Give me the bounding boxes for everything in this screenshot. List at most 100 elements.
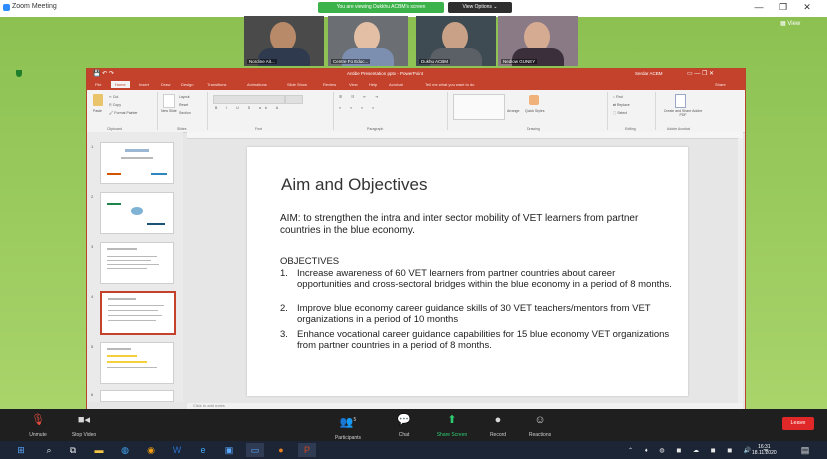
participant-name: Centre Fo Educ...	[331, 59, 371, 64]
shapes-gallery[interactable]	[453, 94, 505, 120]
slide-canvas[interactable]: Aim and Objectives AIM: to strengthen th…	[247, 147, 688, 396]
slides-group-label: Slides	[177, 127, 187, 131]
powerpoint-taskbar-icon[interactable]: P	[298, 443, 316, 457]
tab-animations[interactable]: Animations	[247, 82, 267, 87]
replace-button[interactable]: ⇄ Replace	[613, 103, 630, 107]
participant-video[interactable]: Dukhu ACBM	[416, 16, 496, 66]
font-name-select[interactable]	[213, 95, 285, 104]
tab-home[interactable]: Home	[111, 81, 130, 88]
quick-styles-icon[interactable]	[529, 95, 539, 105]
tab-insert[interactable]: Insert	[139, 82, 149, 87]
create-share-pdf-button[interactable]: Create and Share Adobe PDF	[661, 109, 705, 117]
leave-button[interactable]: Leave	[782, 417, 814, 430]
ribbon: Paste ✂ Cut ⎘ Copy 🖌 Format Painter Clip…	[87, 90, 745, 133]
select-button[interactable]: ⬚ Select	[613, 111, 627, 115]
search-icon[interactable]: ⌕	[40, 443, 58, 457]
tab-view[interactable]: View	[349, 82, 358, 87]
zoom-taskbar-icon[interactable]: ▭	[246, 443, 264, 457]
font-format-buttons[interactable]: B I U S ab A	[215, 106, 282, 110]
participant-video[interactable]: Centre Fo Educ...	[328, 16, 408, 66]
cut-button[interactable]: ✂ Cut	[109, 95, 118, 99]
slide-thumbnail[interactable]	[100, 242, 174, 284]
slide-thumbnail[interactable]	[100, 192, 174, 234]
adobe-pdf-icon[interactable]	[675, 94, 686, 108]
slide-title[interactable]: Aim and Objectives	[281, 175, 427, 195]
ribbon-divider	[207, 92, 208, 130]
new-slide-icon[interactable]	[163, 94, 175, 108]
zoom-window-title: Zoom Meeting	[12, 3, 57, 10]
close-icon[interactable]: ✕	[800, 2, 814, 13]
share-screen-label: Share Screen	[436, 432, 468, 438]
tab-draw[interactable]: Draw	[161, 82, 170, 87]
task-view-icon[interactable]: ⧉	[64, 443, 82, 457]
aim-text[interactable]: AIM: to strengthen the intra and inter s…	[280, 213, 660, 237]
unmute-label: Unmute	[29, 432, 47, 438]
tab-acrobat[interactable]: Acrobat	[389, 82, 403, 87]
slide-thumbnail-selected[interactable]	[100, 291, 176, 335]
ppt-window-controls[interactable]: ▭ — ❐ ✕	[687, 70, 714, 77]
notification-icon[interactable]: ▤	[796, 443, 814, 457]
format-painter-button[interactable]: 🖌 Format Painter	[109, 111, 138, 115]
font-size-select[interactable]	[285, 95, 303, 104]
view-options-button[interactable]: View Options ⌄	[448, 2, 512, 13]
file-explorer-icon[interactable]: ▬	[90, 443, 108, 457]
participants-button[interactable]: 👥5 Participants	[318, 413, 378, 441]
vertical-scrollbar[interactable]	[738, 138, 743, 403]
tab-transitions[interactable]: Transitions	[207, 82, 226, 87]
video-camera-icon: ■◂	[77, 414, 91, 426]
section-button[interactable]: Section	[179, 111, 191, 115]
slide-thumbnails-pane: 1 2 3 4 5 6	[87, 132, 183, 402]
find-label: Find	[615, 95, 623, 99]
minimize-icon[interactable]: —	[752, 2, 766, 12]
thumbnail-number: 5	[91, 344, 94, 349]
save-icon[interactable]: 💾 ↶ ↷	[93, 70, 114, 77]
slide-thumbnail[interactable]	[100, 142, 174, 184]
clipboard-group-label: Clipboard	[107, 127, 122, 131]
ribbon-divider	[607, 92, 608, 130]
windows-taskbar: ⊞ ⌕ ⧉ ▬ ◍ ◉ W e ▣ ▭ ● P ⌃ ♦ ◍ ◼ ☁ ◼ ◼ 🔊 …	[0, 441, 827, 459]
thumbnail-number: 2	[91, 194, 94, 199]
layout-button[interactable]: Layout	[179, 95, 190, 99]
tab-help[interactable]: Help	[369, 82, 377, 87]
paste-button[interactable]: Paste	[93, 109, 102, 113]
ie-icon[interactable]: e	[194, 443, 212, 457]
arrange-button[interactable]: Arrange	[507, 109, 519, 113]
tab-review[interactable]: Review	[323, 82, 336, 87]
copy-button[interactable]: ⎘ Copy	[109, 103, 121, 107]
participant-video[interactable]: Nordine Ait...	[244, 16, 324, 66]
ppt-user-name[interactable]: Serdar ACBM	[635, 71, 663, 76]
taskbar-clock[interactable]: 16:31 18.11.2020	[752, 444, 777, 456]
tab-file[interactable]: File	[95, 82, 101, 87]
share-button[interactable]: Share	[715, 82, 726, 87]
chrome-icon[interactable]: ◉	[142, 443, 160, 457]
copy-label: Copy	[112, 103, 121, 107]
find-button[interactable]: ⌕ Find	[613, 95, 623, 99]
paste-icon[interactable]	[93, 94, 103, 106]
slide-thumbnail[interactable]	[100, 342, 174, 384]
zoom-logo-icon	[3, 4, 10, 11]
tab-slide-show[interactable]: Slide Show	[287, 82, 307, 87]
stop-video-button[interactable]: ■◂ Stop Video	[54, 413, 114, 438]
participant-name: Nordine Ait...	[247, 59, 277, 64]
word-icon[interactable]: W	[168, 443, 186, 457]
edge-icon[interactable]: ◍	[116, 443, 134, 457]
new-slide-button[interactable]: New Slide	[161, 109, 177, 113]
participant-video[interactable]: Nedlow GUNEY	[498, 16, 578, 66]
tell-me-search[interactable]: Tell me what you want to do	[425, 82, 474, 87]
ribbon-divider	[333, 92, 334, 130]
slide-thumbnail[interactable]	[100, 390, 174, 402]
quick-styles-button[interactable]: Quick Styles	[525, 109, 545, 113]
outlook-icon[interactable]: ▣	[220, 443, 238, 457]
tab-design[interactable]: Design	[181, 82, 193, 87]
editing-group-label: Editing	[625, 127, 636, 131]
reset-button[interactable]: Reset	[179, 103, 188, 107]
list-buttons[interactable]: ☰ ☷ ⇤ ⇥	[339, 95, 382, 99]
objectives-heading[interactable]: OBJECTIVES	[280, 256, 339, 267]
security-shield-icon[interactable]	[16, 70, 22, 77]
reactions-button[interactable]: ☺ Reactions	[510, 413, 570, 438]
view-button[interactable]: ▦ View	[780, 20, 800, 27]
align-buttons[interactable]: ≡ ≡ ≡ ≡	[339, 106, 378, 110]
app-taskbar-icon[interactable]: ●	[272, 443, 290, 457]
maximize-icon[interactable]: ❐	[776, 2, 790, 13]
windows-start-icon[interactable]: ⊞	[12, 443, 30, 457]
